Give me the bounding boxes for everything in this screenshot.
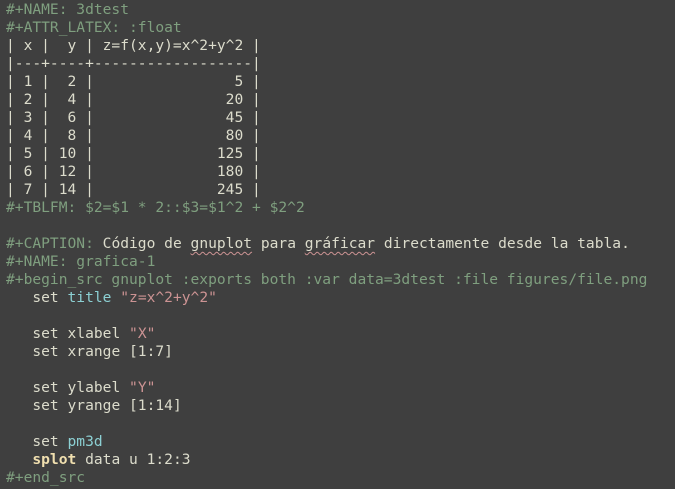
table-row: | 6 | 12 | 180 | [6, 163, 261, 180]
code-line: set yrange [1:14] [0, 397, 675, 415]
attr-latex-line: #+ATTR_LATEX: :float [6, 19, 182, 36]
spellcheck-word[interactable]: gráficar [305, 235, 375, 252]
org-editor-buffer[interactable]: #+NAME: 3dtest #+ATTR_LATEX: :float | x … [0, 0, 675, 489]
caption-line: #+CAPTION: Código de gnuplot para gráfic… [0, 235, 675, 253]
name-keyword-line: #+NAME: 3dtest [6, 1, 130, 18]
table-row: | 4 | 8 | 80 | [6, 127, 261, 144]
code-text: xlabel [67, 325, 121, 342]
code-set: set [32, 397, 59, 414]
begin-src-line: #+begin_src gnuplot :exports both :var d… [6, 271, 648, 288]
end-src-line: #+end_src [6, 469, 86, 486]
code-keyword: splot [32, 451, 77, 468]
code-text: data u 1:2:3 [85, 451, 191, 468]
table-row: | 2 | 4 | 20 | [6, 91, 261, 108]
spellcheck-word[interactable]: gnuplot [191, 235, 253, 252]
table-row: | 5 | 10 | 125 | [6, 145, 261, 162]
caption-text-part: directamente desde la tabla. [375, 235, 630, 252]
table-formula-line: #+TBLFM: $2=$1 * 2::$3=$1^2 + $2^2 [6, 199, 305, 216]
code-set: set [32, 379, 59, 396]
code-line: set xrange [1:7] [0, 343, 675, 361]
caption-keyword: #+CAPTION: [6, 235, 94, 252]
code-string: "z=x^2+y^2" [120, 289, 217, 306]
code-set: set [32, 325, 59, 342]
code-line: set ylabel "Y" [0, 379, 675, 397]
caption-text-part: Código de [93, 235, 191, 252]
code-builtin: title [67, 289, 112, 306]
code-line: set pm3d [0, 433, 675, 451]
table-header-row: | x | y | z=f(x,y)=x^2+y^2 | [6, 37, 261, 54]
code-line: set title "z=x^2+y^2" [0, 289, 675, 307]
table-row: | 7 | 14 | 245 | [6, 181, 261, 198]
block-name-line: #+NAME: grafica-1 [6, 253, 156, 270]
code-string: "X" [129, 325, 156, 342]
code-line: set xlabel "X" [0, 325, 675, 343]
code-builtin: pm3d [67, 433, 103, 450]
code-set: set [32, 433, 59, 450]
code-string: "Y" [129, 379, 156, 396]
code-set: set [32, 343, 59, 360]
table-row: | 3 | 6 | 45 | [6, 109, 261, 126]
code-text: yrange [1:14] [67, 397, 182, 414]
caption-text-part: para [252, 235, 305, 252]
code-line: splot data u 1:2:3 [0, 451, 675, 469]
table-row: | 1 | 2 | 5 | [6, 73, 261, 90]
code-set: set [32, 289, 59, 306]
code-text: ylabel [67, 379, 121, 396]
table-separator: |---+----+------------------| [6, 55, 261, 72]
code-text: xrange [1:7] [67, 343, 173, 360]
